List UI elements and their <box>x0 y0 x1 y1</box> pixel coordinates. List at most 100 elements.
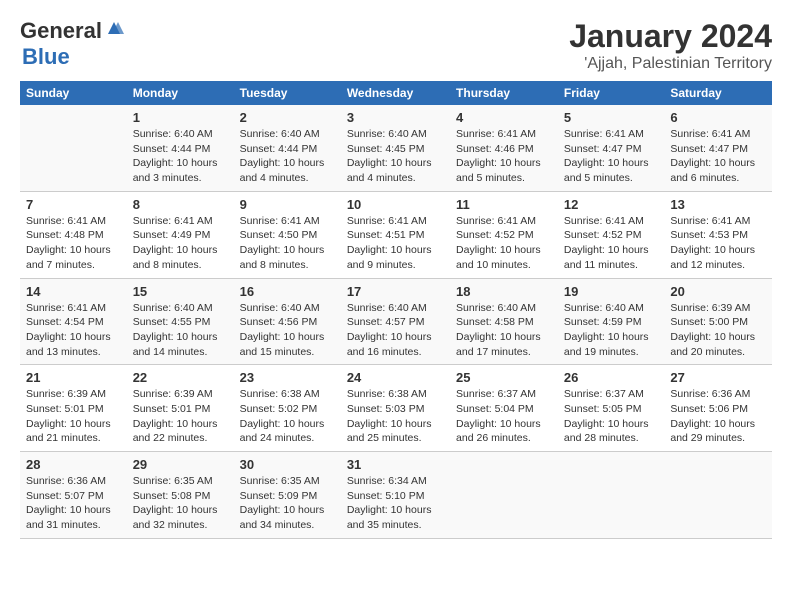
day-number: 16 <box>240 284 335 299</box>
week-row-5: 28 Sunrise: 6:36 AMSunset: 5:07 PMDayligh… <box>20 452 772 539</box>
day-cell: 19 Sunrise: 6:40 AMSunset: 4:59 PMDayligh… <box>558 278 664 365</box>
day-number: 20 <box>670 284 766 299</box>
day-info: Sunrise: 6:34 AMSunset: 5:10 PMDaylight:… <box>347 474 444 533</box>
day-cell: 31 Sunrise: 6:34 AMSunset: 5:10 PMDayligh… <box>341 452 450 539</box>
day-cell: 11 Sunrise: 6:41 AMSunset: 4:52 PMDayligh… <box>450 191 558 278</box>
day-cell: 26Sunrise: 6:37 AMSunset: 5:05 PMDayligh… <box>558 365 664 452</box>
day-info: Sunrise: 6:36 AMSunset: 5:06 PMDaylight:… <box>670 387 766 446</box>
day-cell: 12Sunrise: 6:41 AMSunset: 4:52 PMDayligh… <box>558 191 664 278</box>
day-number: 17 <box>347 284 444 299</box>
day-cell: 4 Sunrise: 6:41 AMSunset: 4:46 PMDaylight… <box>450 105 558 191</box>
day-info: Sunrise: 6:39 AMSunset: 5:01 PMDaylight:… <box>133 387 228 446</box>
day-number: 21 <box>26 370 121 385</box>
month-title: January 2024 <box>569 18 772 55</box>
day-number: 23 <box>240 370 335 385</box>
day-info: Sunrise: 6:40 AMSunset: 4:58 PMDaylight:… <box>456 301 552 360</box>
day-info: Sunrise: 6:35 AMSunset: 5:08 PMDaylight:… <box>133 474 228 533</box>
day-cell: 17Sunrise: 6:40 AMSunset: 4:57 PMDayligh… <box>341 278 450 365</box>
day-cell: 29 Sunrise: 6:35 AMSunset: 5:08 PMDayligh… <box>127 452 234 539</box>
day-cell <box>450 452 558 539</box>
title-block: January 2024 'Ajjah, Palestinian Territo… <box>569 18 772 73</box>
column-header-sunday: Sunday <box>20 81 127 105</box>
day-cell: 3Sunrise: 6:40 AMSunset: 4:45 PMDaylight… <box>341 105 450 191</box>
day-number: 1 <box>133 110 228 125</box>
day-number: 29 <box>133 457 228 472</box>
day-number: 18 <box>456 284 552 299</box>
day-info: Sunrise: 6:39 AMSunset: 5:01 PMDaylight:… <box>26 387 121 446</box>
day-info: Sunrise: 6:38 AMSunset: 5:03 PMDaylight:… <box>347 387 444 446</box>
day-cell: 15 Sunrise: 6:40 AMSunset: 4:55 PMDayligh… <box>127 278 234 365</box>
day-number: 13 <box>670 197 766 212</box>
day-cell: 14Sunrise: 6:41 AMSunset: 4:54 PMDayligh… <box>20 278 127 365</box>
day-info: Sunrise: 6:39 AMSunset: 5:00 PMDaylight:… <box>670 301 766 360</box>
column-header-monday: Monday <box>127 81 234 105</box>
day-info: Sunrise: 6:36 AMSunset: 5:07 PMDaylight:… <box>26 474 121 533</box>
logo-general-text: General <box>20 18 102 44</box>
day-number: 4 <box>456 110 552 125</box>
day-number: 11 <box>456 197 552 212</box>
header: General Blue January 2024 'Ajjah, Palest… <box>20 18 772 73</box>
day-info: Sunrise: 6:35 AMSunset: 5:09 PMDaylight:… <box>240 474 335 533</box>
day-info: Sunrise: 6:41 AMSunset: 4:47 PMDaylight:… <box>670 127 766 186</box>
day-number: 31 <box>347 457 444 472</box>
day-info: Sunrise: 6:41 AMSunset: 4:47 PMDaylight:… <box>564 127 658 186</box>
day-number: 24 <box>347 370 444 385</box>
day-cell: 6 Sunrise: 6:41 AMSunset: 4:47 PMDaylight… <box>664 105 772 191</box>
day-number: 30 <box>240 457 335 472</box>
day-info: Sunrise: 6:41 AMSunset: 4:50 PMDaylight:… <box>240 214 335 273</box>
week-row-1: 1 Sunrise: 6:40 AMSunset: 4:44 PMDaylight… <box>20 105 772 191</box>
day-number: 22 <box>133 370 228 385</box>
calendar-table: SundayMondayTuesdayWednesdayThursdayFrid… <box>20 81 772 539</box>
week-row-3: 14Sunrise: 6:41 AMSunset: 4:54 PMDayligh… <box>20 278 772 365</box>
day-number: 19 <box>564 284 658 299</box>
day-info: Sunrise: 6:41 AMSunset: 4:53 PMDaylight:… <box>670 214 766 273</box>
day-info: Sunrise: 6:40 AMSunset: 4:59 PMDaylight:… <box>564 301 658 360</box>
day-number: 25 <box>456 370 552 385</box>
page: General Blue January 2024 'Ajjah, Palest… <box>0 0 792 549</box>
header-row: SundayMondayTuesdayWednesdayThursdayFrid… <box>20 81 772 105</box>
day-cell <box>558 452 664 539</box>
day-cell: 27Sunrise: 6:36 AMSunset: 5:06 PMDayligh… <box>664 365 772 452</box>
day-info: Sunrise: 6:37 AMSunset: 5:05 PMDaylight:… <box>564 387 658 446</box>
day-number: 2 <box>240 110 335 125</box>
day-info: Sunrise: 6:41 AMSunset: 4:46 PMDaylight:… <box>456 127 552 186</box>
day-cell <box>664 452 772 539</box>
day-cell: 20 Sunrise: 6:39 AMSunset: 5:00 PMDayligh… <box>664 278 772 365</box>
day-info: Sunrise: 6:41 AMSunset: 4:51 PMDaylight:… <box>347 214 444 273</box>
day-number: 6 <box>670 110 766 125</box>
day-info: Sunrise: 6:41 AMSunset: 4:54 PMDaylight:… <box>26 301 121 360</box>
day-info: Sunrise: 6:41 AMSunset: 4:52 PMDaylight:… <box>456 214 552 273</box>
day-cell: 23 Sunrise: 6:38 AMSunset: 5:02 PMDayligh… <box>234 365 341 452</box>
week-row-4: 21 Sunrise: 6:39 AMSunset: 5:01 PMDayligh… <box>20 365 772 452</box>
day-cell: 7 Sunrise: 6:41 AMSunset: 4:48 PMDaylight… <box>20 191 127 278</box>
day-info: Sunrise: 6:40 AMSunset: 4:44 PMDaylight:… <box>133 127 228 186</box>
day-info: Sunrise: 6:38 AMSunset: 5:02 PMDaylight:… <box>240 387 335 446</box>
logo: General Blue <box>20 18 124 70</box>
day-number: 5 <box>564 110 658 125</box>
day-info: Sunrise: 6:41 AMSunset: 4:52 PMDaylight:… <box>564 214 658 273</box>
day-number: 7 <box>26 197 121 212</box>
day-number: 28 <box>26 457 121 472</box>
day-info: Sunrise: 6:40 AMSunset: 4:44 PMDaylight:… <box>240 127 335 186</box>
day-cell: 5 Sunrise: 6:41 AMSunset: 4:47 PMDaylight… <box>558 105 664 191</box>
day-info: Sunrise: 6:40 AMSunset: 4:55 PMDaylight:… <box>133 301 228 360</box>
location-title: 'Ajjah, Palestinian Territory <box>569 55 772 73</box>
day-cell <box>20 105 127 191</box>
column-header-tuesday: Tuesday <box>234 81 341 105</box>
day-cell: 30 Sunrise: 6:35 AMSunset: 5:09 PMDayligh… <box>234 452 341 539</box>
day-number: 10 <box>347 197 444 212</box>
day-cell: 25Sunrise: 6:37 AMSunset: 5:04 PMDayligh… <box>450 365 558 452</box>
day-info: Sunrise: 6:41 AMSunset: 4:49 PMDaylight:… <box>133 214 228 273</box>
day-number: 15 <box>133 284 228 299</box>
day-cell: 13 Sunrise: 6:41 AMSunset: 4:53 PMDayligh… <box>664 191 772 278</box>
logo-blue-text: Blue <box>22 44 70 69</box>
day-cell: 16 Sunrise: 6:40 AMSunset: 4:56 PMDayligh… <box>234 278 341 365</box>
day-cell: 22 Sunrise: 6:39 AMSunset: 5:01 PMDayligh… <box>127 365 234 452</box>
day-info: Sunrise: 6:40 AMSunset: 4:56 PMDaylight:… <box>240 301 335 360</box>
day-cell: 1 Sunrise: 6:40 AMSunset: 4:44 PMDaylight… <box>127 105 234 191</box>
day-number: 9 <box>240 197 335 212</box>
day-cell: 24 Sunrise: 6:38 AMSunset: 5:03 PMDayligh… <box>341 365 450 452</box>
day-info: Sunrise: 6:41 AMSunset: 4:48 PMDaylight:… <box>26 214 121 273</box>
day-cell: 28 Sunrise: 6:36 AMSunset: 5:07 PMDayligh… <box>20 452 127 539</box>
day-number: 3 <box>347 110 444 125</box>
